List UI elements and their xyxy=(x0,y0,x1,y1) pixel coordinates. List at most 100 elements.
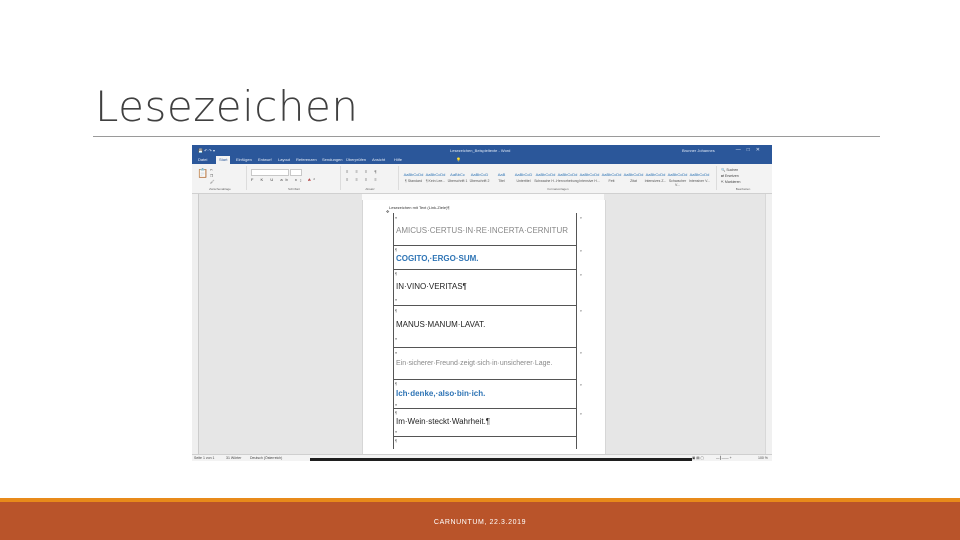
menu-file[interactable]: Datei xyxy=(198,157,207,162)
font-name-box[interactable] xyxy=(251,169,289,176)
find-button[interactable]: 🔍 Suchen xyxy=(721,168,738,172)
style-name: ¶ Standard xyxy=(404,179,423,183)
row-text: Im·Wein·steckt·Wahrheit.¶ xyxy=(396,417,491,426)
vertical-ruler xyxy=(192,194,199,454)
style-name: Titel xyxy=(498,179,505,183)
paste-icon[interactable]: 📋 xyxy=(197,168,208,179)
row-text: AMICUS·CERTUS·IN·RE·INCERTA·CERNITUR xyxy=(396,226,568,235)
style-option[interactable]: AaBbCcD Überschrift 2 xyxy=(468,170,491,184)
find-label: Suchen xyxy=(726,168,739,172)
title-divider xyxy=(93,136,880,137)
group-editing: 🔍 Suchen ⇄ Ersetzen ⇱ Markieren Bearbeit… xyxy=(718,166,768,191)
style-name: Untertitel xyxy=(516,179,531,183)
document-page[interactable]: ✥ Lesezeichen mit Text (Link-Ziele)¶ ¤ A… xyxy=(362,200,606,454)
slide-title: Lesezeichen xyxy=(95,82,359,131)
vertical-scrollbar[interactable] xyxy=(765,194,772,454)
style-sample: AaB xyxy=(497,172,506,177)
group-styles: AaBbCcDd ¶ Standard AaBbCcDd ¶ Kein Lee... A… xyxy=(400,166,717,191)
group-font: F K U ab x₂ x² A Schriftart xyxy=(248,166,341,191)
select-icon: ⇱ xyxy=(721,180,724,184)
style-name: Überschrift 1 xyxy=(447,179,468,183)
zoom-slider[interactable]: —┃—— + xyxy=(716,456,732,460)
table-row[interactable]: ¶ xyxy=(394,437,576,449)
font-size-box[interactable] xyxy=(290,169,302,176)
style-name: Fett xyxy=(608,179,615,183)
status-words[interactable]: 31 Wörter xyxy=(226,456,241,460)
cut-icon[interactable]: ✂ xyxy=(210,168,213,172)
menu-layout[interactable]: Layout xyxy=(278,157,290,162)
style-option[interactable]: AaBbCcDd Intensive H... xyxy=(578,170,601,184)
style-sample: AaBbCc xyxy=(450,172,465,177)
style-option[interactable]: AaBbCcDd Zitat xyxy=(622,170,645,184)
style-name: Intensive H... xyxy=(579,179,600,183)
user-name[interactable]: Brunner Johannes xyxy=(682,148,715,153)
status-page[interactable]: Seite 1 von 1 xyxy=(194,456,214,460)
row-text: Ich·denke,·also·bin·ich. xyxy=(396,389,486,398)
menu-start[interactable]: Start xyxy=(216,156,231,164)
align-icons[interactable]: ≡ ≡ ≡ ≡ xyxy=(346,177,380,182)
menu-design[interactable]: Entwurf xyxy=(258,157,272,162)
row-text: COGITO,·ERGO·SUM. xyxy=(396,254,479,263)
style-name: Schwacher V... xyxy=(668,179,687,187)
menu-insert[interactable]: Einfügen xyxy=(236,157,252,162)
style-sample: AaBbCcDd xyxy=(623,172,644,177)
table-row[interactable]: ¶ MANUS·MANUM·LAVAT. ¤ ¤ xyxy=(394,306,582,348)
style-name: Intensives Z... xyxy=(644,179,667,183)
menu-help[interactable]: Hilfe xyxy=(394,157,402,162)
style-sample: AaBbCcDd xyxy=(689,172,710,177)
quick-access-toolbar[interactable]: 💾 ↶ ↷ ▾ xyxy=(198,148,215,153)
style-option[interactable]: AaBbCc Überschrift 1 xyxy=(446,170,469,184)
search-icon: 🔍 xyxy=(721,168,726,172)
style-option[interactable]: AaBbCcD Untertitel xyxy=(512,170,535,184)
style-sample: AaBbCcDd xyxy=(425,172,446,177)
copy-icon[interactable]: ❐ xyxy=(210,174,213,178)
view-buttons[interactable]: ▣ ▤ ▢ xyxy=(692,456,704,460)
tell-me-search[interactable]: 💡 xyxy=(456,157,461,162)
table-row[interactable]: ¶ Im·Wein·steckt·Wahrheit.¶ ¤ ¤ xyxy=(394,409,582,437)
table-row[interactable]: ¤ AMICUS·CERTUS·IN·RE·INCERTA·CERNITUR ¤ xyxy=(394,213,582,246)
style-option[interactable]: AaBbCcDd Schwache H... xyxy=(534,170,557,184)
format-painter-icon[interactable]: 🖌 xyxy=(210,180,214,184)
style-sample: AaBbCcDd xyxy=(403,172,424,177)
style-option[interactable]: AaBbCcDd Schwacher V... xyxy=(666,170,689,187)
table-row[interactable]: ¤ Ein·sicherer·Freund·zeigt·sich·in·unsi… xyxy=(394,348,582,380)
style-option[interactable]: AaB Titel xyxy=(490,170,513,184)
select-button[interactable]: ⇱ Markieren xyxy=(721,180,740,184)
replace-button[interactable]: ⇄ Ersetzen xyxy=(721,174,739,178)
style-option[interactable]: AaBbCcDd Fett xyxy=(600,170,623,184)
group-label-clipboard: Zwischenablage xyxy=(209,187,231,191)
footer-text: CARNUNTUM, 22.3.2019 xyxy=(433,519,527,526)
row-text: Ein·sicherer·Freund·zeigt·sich·in·unsich… xyxy=(396,360,553,367)
group-label-editing: Bearbeiten xyxy=(735,187,751,191)
window-title: Lesezeichen_Beispieltexte - Word xyxy=(450,148,511,153)
style-name: Hervorhebung xyxy=(556,179,579,183)
table-row[interactable]: ¶ Ich·denke,·also·bin·ich. ¤ ¤ xyxy=(394,380,582,409)
menu-references[interactable]: Referenzen xyxy=(296,157,317,162)
bookmark-table: ¤ AMICUS·CERTUS·IN·RE·INCERTA·CERNITUR ¤… xyxy=(393,213,582,449)
style-sample: AaBbCcDd xyxy=(535,172,556,177)
style-option[interactable]: AaBbCcDd Intensives Z... xyxy=(644,170,667,184)
style-sample: AaBbCcDd xyxy=(579,172,600,177)
style-name: ¶ Kein Lee... xyxy=(425,179,446,183)
style-option[interactable]: AaBbCcDd Intensiver V... xyxy=(688,170,711,184)
zoom-level[interactable]: 100 % xyxy=(758,456,768,460)
style-option[interactable]: AaBbCcDd Hervorhebung xyxy=(556,170,579,184)
menu-mailings[interactable]: Sendungen xyxy=(322,157,342,162)
menu-review[interactable]: Überprüfen xyxy=(346,157,366,162)
font-color-icon[interactable]: A xyxy=(308,177,311,182)
window-controls[interactable]: —□✕ xyxy=(736,147,766,153)
style-sample: AaBbCcD xyxy=(470,172,489,177)
group-label-font: Schriftart xyxy=(287,187,300,191)
menu-view[interactable]: Ansicht xyxy=(372,157,385,162)
menu-bar: Datei Start Einfügen Entwurf Layout Refe… xyxy=(192,156,772,164)
replace-icon: ⇄ xyxy=(721,174,724,178)
style-option[interactable]: AaBbCcDd ¶ Kein Lee... xyxy=(424,170,447,184)
list-icons[interactable]: ≡ ≡ ≡ ¶ xyxy=(346,169,379,174)
group-paragraph: ≡ ≡ ≡ ¶ ≡ ≡ ≡ ≡ Absatz xyxy=(342,166,399,191)
group-label-paragraph: Absatz xyxy=(365,187,375,191)
table-row[interactable]: ¶ COGITO,·ERGO·SUM. ¤ xyxy=(394,246,582,270)
style-sample: AaBbCcDd xyxy=(601,172,622,177)
status-language[interactable]: Deutsch (Österreich) xyxy=(250,456,282,460)
style-option[interactable]: AaBbCcDd ¶ Standard xyxy=(402,170,425,184)
table-row[interactable]: ¶ IN·VINO·VERITAS¶ ¤ ¤ xyxy=(394,270,582,306)
